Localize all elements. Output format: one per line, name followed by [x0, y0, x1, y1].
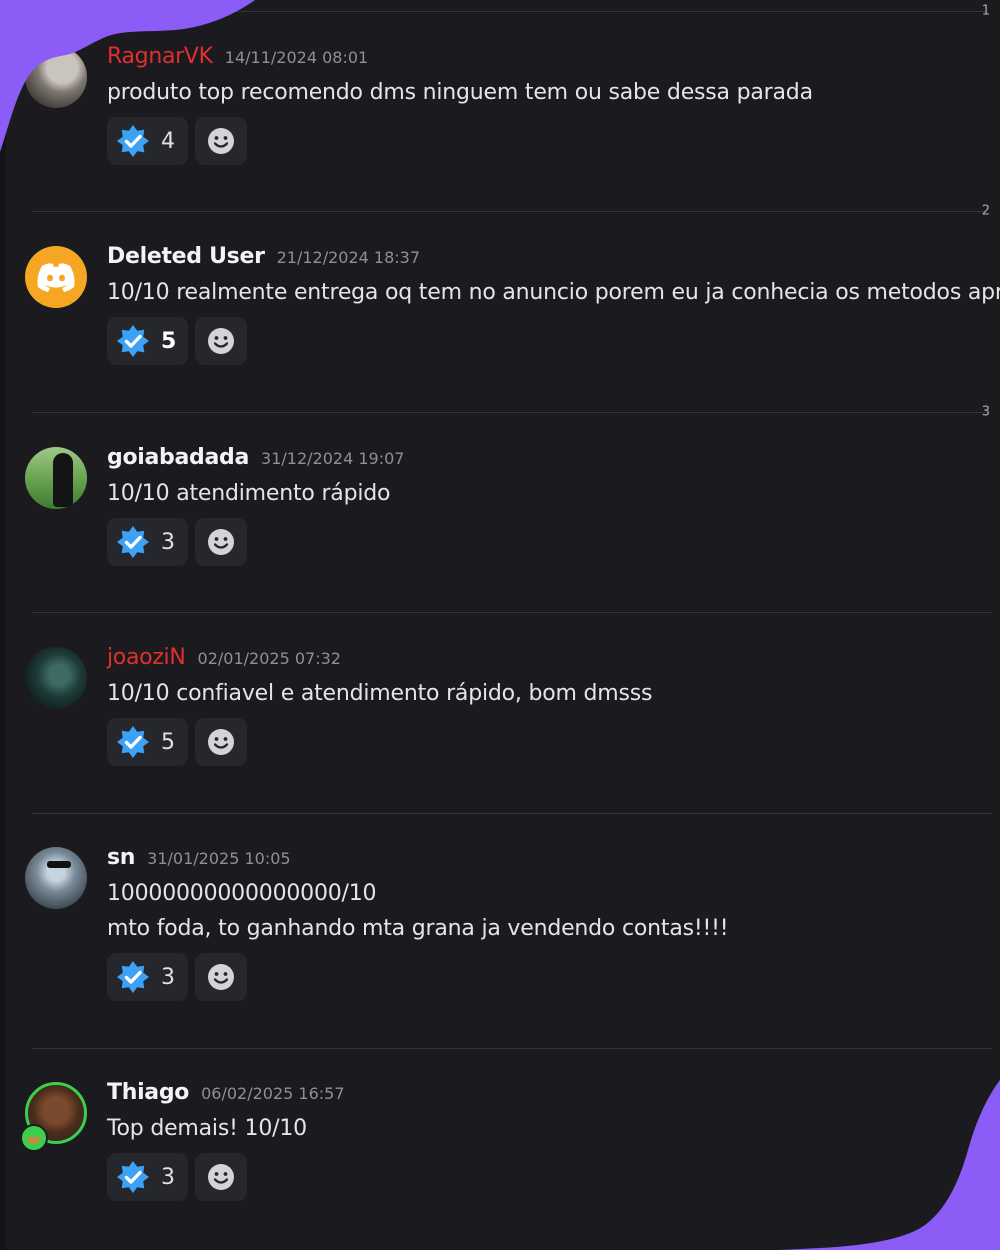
separator: 1 — [32, 4, 990, 19]
reaction-count: 3 — [161, 964, 175, 990]
message-text: Top demais! 10/10 — [107, 1116, 307, 1141]
add-reaction-button[interactable] — [195, 718, 247, 766]
user-avatar[interactable] — [25, 847, 87, 909]
message-header: RagnarVK 14/11/2024 08:01 — [107, 44, 368, 69]
reaction-bar: 4 — [107, 117, 247, 165]
timestamp: 31/01/2025 10:05 — [147, 849, 291, 868]
reaction-bar: 3 — [107, 1153, 247, 1201]
avatar-decoration-icon — [20, 1124, 48, 1152]
verified-reaction[interactable]: 5 — [107, 718, 188, 766]
add-reaction-button[interactable] — [195, 317, 247, 365]
verified-check-icon — [117, 961, 149, 993]
message-text: 10/10 confiavel e atendimento rápido, bo… — [107, 681, 653, 706]
separator — [32, 813, 992, 814]
message-text: 10000000000000000/10 — [107, 881, 377, 906]
verified-reaction[interactable]: 3 — [107, 1153, 188, 1201]
message-header: Deleted User 21/12/2024 18:37 — [107, 244, 420, 269]
review-feed: 1 2 3 RagnarVK 14/11/2024 08:01 produto … — [0, 0, 1000, 1250]
left-edge — [0, 0, 6, 1250]
message-header: joaoziN 02/01/2025 07:32 — [107, 645, 341, 670]
user-avatar[interactable] — [25, 246, 87, 308]
add-emoji-icon — [208, 529, 234, 555]
username[interactable]: sn — [107, 845, 135, 870]
add-emoji-icon — [208, 964, 234, 990]
user-avatar[interactable] — [25, 647, 87, 709]
message-header: goiabadada 31/12/2024 19:07 — [107, 445, 404, 470]
separator — [32, 612, 992, 613]
add-emoji-icon — [208, 328, 234, 354]
verified-reaction[interactable]: 3 — [107, 518, 188, 566]
message-header: sn 31/01/2025 10:05 — [107, 845, 291, 870]
separator: 3 — [32, 405, 990, 420]
timestamp: 14/11/2024 08:01 — [224, 48, 369, 67]
user-avatar[interactable] — [25, 46, 87, 108]
reaction-count: 5 — [161, 729, 175, 755]
reaction-count: 5 — [161, 328, 177, 354]
timestamp: 31/12/2024 19:07 — [261, 449, 405, 468]
reaction-count: 3 — [161, 1164, 175, 1190]
username[interactable]: Deleted User — [107, 244, 265, 269]
separator-number: 1 — [981, 3, 990, 19]
username[interactable]: goiabadada — [107, 445, 249, 470]
user-avatar[interactable] — [25, 447, 87, 509]
reaction-bar: 5 — [107, 317, 247, 365]
reaction-count: 4 — [161, 128, 175, 154]
verified-check-icon — [117, 325, 149, 357]
avatar-figure — [53, 453, 73, 507]
verified-check-icon — [117, 1161, 149, 1193]
message-text: produto top recomendo dms ninguem tem ou… — [107, 80, 813, 105]
reaction-bar: 3 — [107, 953, 247, 1001]
verified-reaction[interactable]: 5 — [107, 317, 188, 365]
timestamp: 06/02/2025 16:57 — [201, 1084, 345, 1103]
add-reaction-button[interactable] — [195, 1153, 247, 1201]
add-reaction-button[interactable] — [195, 518, 247, 566]
reaction-count: 3 — [161, 529, 175, 555]
add-emoji-icon — [208, 128, 234, 154]
avatar-sunglasses — [47, 861, 71, 868]
reaction-bar: 3 — [107, 518, 247, 566]
username[interactable]: RagnarVK — [107, 44, 213, 69]
add-reaction-button[interactable] — [195, 117, 247, 165]
message-header: Thiago 06/02/2025 16:57 — [107, 1080, 345, 1105]
verified-check-icon — [117, 526, 149, 558]
add-reaction-button[interactable] — [195, 953, 247, 1001]
message-text: mto foda, to ganhando mta grana ja vende… — [107, 916, 729, 941]
timestamp: 02/01/2025 07:32 — [197, 649, 341, 668]
add-emoji-icon — [208, 1164, 234, 1190]
username[interactable]: joaoziN — [107, 645, 186, 670]
message-text: 10/10 realmente entrega oq tem no anunci… — [107, 280, 1000, 305]
verified-check-icon — [117, 125, 149, 157]
reaction-bar: 5 — [107, 718, 247, 766]
add-emoji-icon — [208, 729, 234, 755]
separator — [32, 1048, 992, 1049]
verified-reaction[interactable]: 3 — [107, 953, 188, 1001]
username[interactable]: Thiago — [107, 1080, 189, 1105]
discord-logo-icon — [37, 263, 75, 292]
separator-number: 3 — [981, 404, 990, 420]
separator-number: 2 — [981, 203, 990, 219]
separator: 2 — [32, 204, 990, 219]
timestamp: 21/12/2024 18:37 — [276, 248, 421, 267]
message-text: 10/10 atendimento rápido — [107, 481, 391, 506]
verified-check-icon — [117, 726, 149, 758]
verified-reaction[interactable]: 4 — [107, 117, 188, 165]
